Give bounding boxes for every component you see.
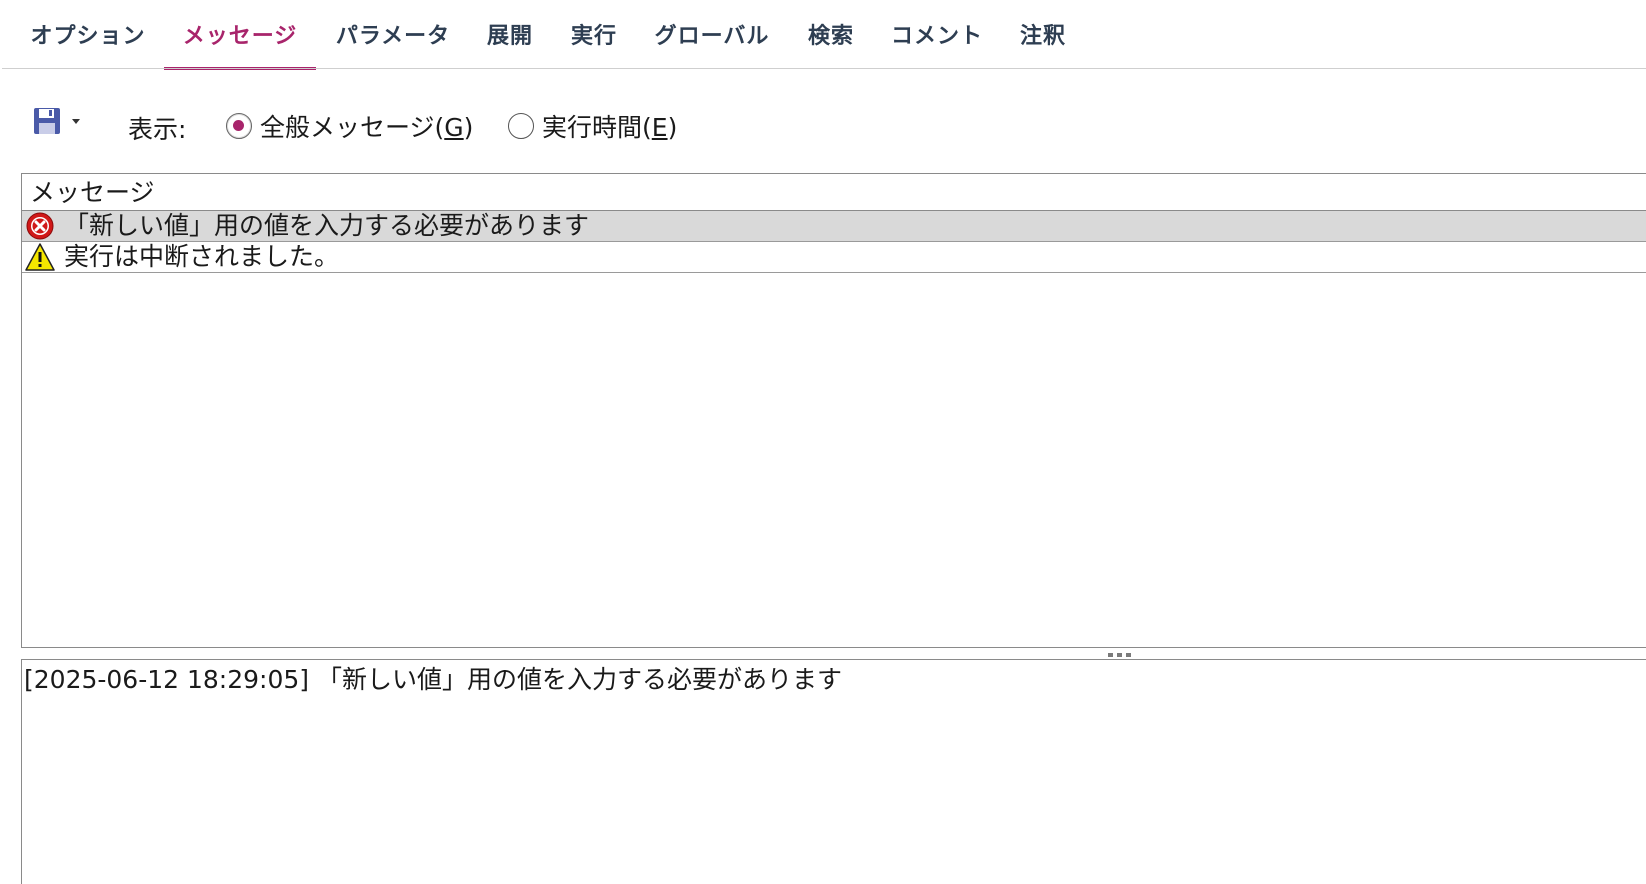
tab-global[interactable]: グローバル [642,0,782,68]
message-text: 実行は中断されました。 [64,242,340,271]
tab-search[interactable]: 検索 [796,0,866,68]
message-row-warning[interactable]: 実行は中断されました。 [22,242,1646,273]
floppy-disk-icon [34,108,80,134]
tab-options[interactable]: オプション [22,0,154,68]
tab-comment[interactable]: コメント [880,0,994,68]
error-icon [24,211,56,241]
tab-run[interactable]: 実行 [558,0,630,68]
message-row-error[interactable]: 「新しい値」用の値を入力する必要があります [22,211,1646,242]
tab-bar-divider [2,68,1646,69]
display-label: 表示: [128,115,187,144]
message-text: 「新しい値」用の値を入力する必要があります [64,211,590,240]
radio-exec-label: 実行時間(E) [542,113,678,142]
radio-checked-indicator [226,113,252,139]
message-column-header[interactable]: メッセージ [22,174,1646,211]
radio-general-messages[interactable]: 全般メッセージ(G) [226,108,473,144]
radio-execution-time[interactable]: 実行時間(E) [508,108,677,144]
tab-messages[interactable]: メッセージ [164,0,316,70]
tab-deploy[interactable]: 展開 [474,0,546,68]
splitter-grip-icon[interactable] [1108,653,1134,657]
radio-general-label: 全般メッセージ(G) [260,113,474,142]
message-detail-text: [2025-06-12 18:29:05] 「新しい値」用の値を入力する必要があ… [24,665,842,694]
warning-icon [24,242,56,272]
tab-annotation[interactable]: 注釈 [1008,0,1078,68]
message-table[interactable]: メッセージ 「新しい値」用の値を入力する必要があります 実行は中断されました。 [21,173,1646,648]
message-detail-pane[interactable]: [2025-06-12 18:29:05] 「新しい値」用の値を入力する必要があ… [21,659,1646,884]
radio-unchecked-indicator [508,113,534,139]
pane-splitter[interactable] [21,649,1646,659]
tab-parameters[interactable]: パラメータ [326,0,460,68]
tab-bar: オプション メッセージ パラメータ 展開 実行 グローバル 検索 コメント 注釈 [2,0,1646,70]
save-dropdown-button[interactable] [32,106,84,136]
